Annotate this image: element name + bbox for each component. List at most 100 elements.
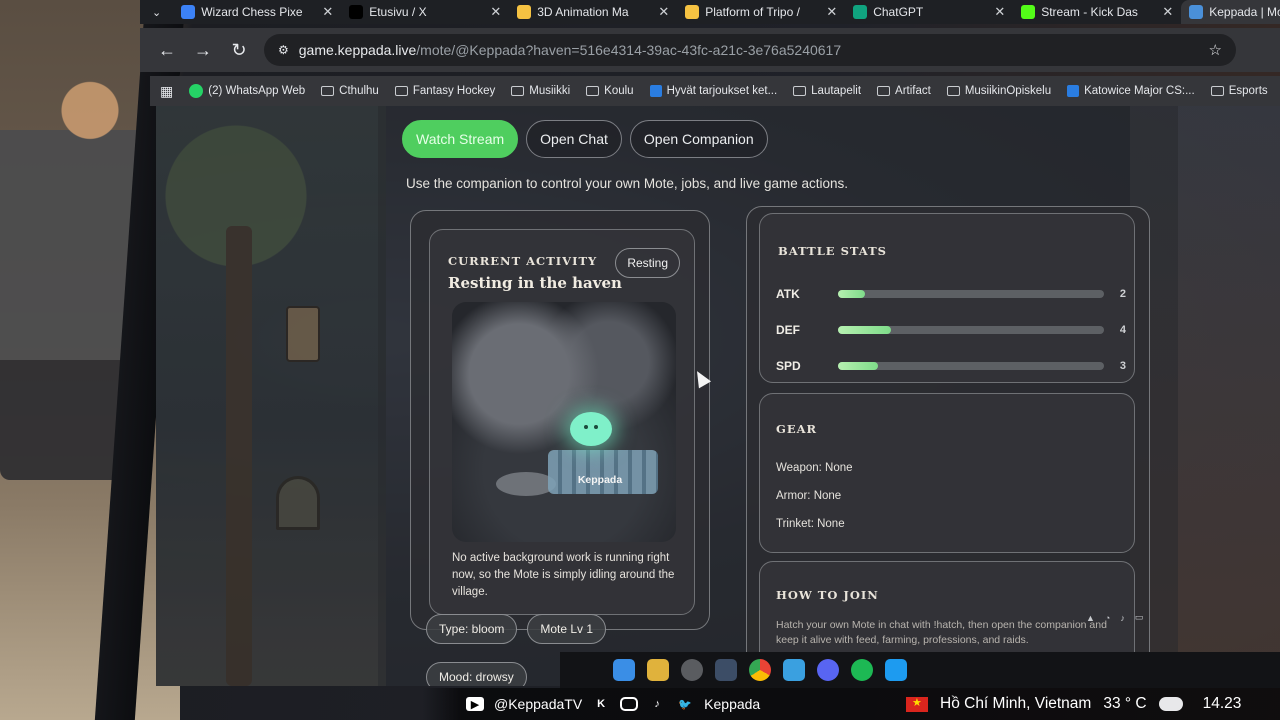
browser-tab[interactable]: Keppada | Moteha✕ xyxy=(1181,0,1280,24)
watch-stream-button[interactable]: Watch Stream xyxy=(402,120,519,158)
gear-card: Gear Weapon: None Armor: None Trinket: N… xyxy=(759,393,1135,553)
folder-icon xyxy=(946,86,960,96)
stat-label: ATK xyxy=(776,287,800,301)
stat-value: 4 xyxy=(1119,324,1126,336)
bookmark-item[interactable]: (2) WhatsApp Web xyxy=(189,84,305,98)
bookmark-item[interactable]: Koulu xyxy=(586,84,634,98)
address-bar[interactable]: ⚙ game.keppada.live/mote/@Keppada?haven=… xyxy=(264,34,1236,66)
open-chat-button[interactable]: Open Chat xyxy=(526,120,622,158)
bookmark-label: Esports xyxy=(1228,85,1268,97)
mote-chips-row-2: Mood: drowsy xyxy=(426,662,527,686)
tab-close-icon[interactable]: ✕ xyxy=(322,4,333,20)
folder-icon xyxy=(321,86,335,96)
bookmark-item[interactable]: Fantasy Hockey xyxy=(394,84,496,98)
bookmark-item[interactable]: Musiikki xyxy=(511,84,570,98)
bookmark-item[interactable]: Cthulhu xyxy=(321,84,379,98)
tab-favicon-icon xyxy=(685,5,700,19)
tab-favicon-icon xyxy=(517,5,532,19)
chrome-icon[interactable] xyxy=(749,659,771,681)
mote-name-label: Keppada xyxy=(577,474,623,486)
terminal-icon[interactable] xyxy=(715,659,737,681)
browser-tab[interactable]: 3D Animation Ma ✕ xyxy=(509,0,677,24)
current-activity-card: Current Activity Resting Resting in the … xyxy=(429,229,695,615)
back-icon[interactable]: ← xyxy=(156,40,178,61)
tree-trunk xyxy=(226,226,252,686)
file-explorer-icon[interactable] xyxy=(647,659,669,681)
location-weather: Hồ Chí Minh, Vietnam 33 ° C 14.23 xyxy=(906,695,1241,713)
folder-icon xyxy=(793,86,807,96)
bookmark-item[interactable]: Katowice Major CS:... xyxy=(1067,84,1195,98)
status-badge: Resting xyxy=(615,248,680,278)
discord-icon[interactable] xyxy=(817,659,839,681)
twitter-icon: 🐦 xyxy=(678,698,692,711)
windows-start-icon[interactable] xyxy=(613,659,635,681)
bookmark-item[interactable]: Esports xyxy=(1210,84,1268,98)
tab-close-icon[interactable]: ✕ xyxy=(658,4,669,20)
level-chip: Mote Lv 1 xyxy=(527,614,607,644)
fence xyxy=(548,450,658,494)
mote-sprite[interactable] xyxy=(570,412,612,446)
bookmark-label: Fantasy Hockey xyxy=(412,85,496,97)
mote-scene: Keppada xyxy=(452,302,676,542)
tab-close-icon[interactable]: ✕ xyxy=(826,4,837,20)
tab-title: ChatGPT xyxy=(873,5,924,19)
mote-eye xyxy=(594,425,598,429)
house-window xyxy=(276,476,320,530)
village-illustration xyxy=(156,106,386,686)
twitter-bird-icon[interactable] xyxy=(885,659,907,681)
stat-row: SPD 3 xyxy=(776,356,1126,376)
spotify-icon[interactable] xyxy=(851,659,873,681)
bookmark-label: Musiikki xyxy=(529,85,571,97)
browser-tab[interactable]: Etusivu / X ✕ xyxy=(341,0,509,24)
browser-tab[interactable]: Stream - Kick Das ✕ xyxy=(1013,0,1181,24)
trinket-slot: Trinket: None xyxy=(776,518,845,530)
browser-toolbar: ← → ↻ ⚙ game.keppada.live/mote/@Keppada?… xyxy=(140,28,1280,72)
tab-favicon-icon xyxy=(1189,5,1204,19)
bookmark-item[interactable]: Artifact xyxy=(877,84,931,98)
tiktok-icon: ♪ xyxy=(654,698,660,710)
tagline: Use the companion to control your own Mo… xyxy=(406,176,848,191)
clock-text: 14.23 xyxy=(1202,695,1242,712)
stat-bar xyxy=(838,362,1104,370)
tab-favicon-icon xyxy=(853,5,868,19)
bookmark-item[interactable]: MusiikinOpiskelu xyxy=(946,84,1051,98)
tab-close-icon[interactable]: ✕ xyxy=(490,4,501,20)
forward-icon[interactable]: → xyxy=(192,40,214,61)
notepad-icon[interactable] xyxy=(783,659,805,681)
system-tray: ▲ ◔ ♪ ▭ xyxy=(1086,612,1143,623)
browser-tab[interactable]: Wizard Chess Pixe ✕ xyxy=(173,0,341,24)
mood-chip: Mood: drowsy xyxy=(426,662,527,686)
folder-icon xyxy=(877,86,891,96)
main-content: Watch Stream Open Chat Open Companion Us… xyxy=(378,106,1178,686)
wifi-icon[interactable]: ◔ xyxy=(1105,613,1110,623)
tab-close-icon[interactable]: ✕ xyxy=(994,4,1005,20)
bookmark-item[interactable]: Lautapelit xyxy=(793,84,861,98)
browser-tab[interactable]: Platform of Tripo / ✕ xyxy=(677,0,845,24)
bookmark-label: (2) WhatsApp Web xyxy=(208,85,306,97)
tray-arrow-icon[interactable]: ▲ xyxy=(1086,613,1095,623)
reload-icon[interactable]: ↻ xyxy=(228,40,250,61)
search-icon[interactable] xyxy=(681,659,703,681)
instagram-icon xyxy=(620,697,639,711)
browser-tab[interactable]: ChatGPT ✕ xyxy=(845,0,1013,24)
volume-icon[interactable]: ♪ xyxy=(1120,613,1125,623)
location-text: Hồ Chí Minh, Vietnam xyxy=(940,695,1092,712)
tab-close-icon[interactable]: ✕ xyxy=(1162,4,1173,20)
bookmark-item[interactable]: Hyvät tarjoukset ket... xyxy=(649,84,777,98)
url-text: game.keppada.live/mote/@Keppada?haven=51… xyxy=(299,42,841,58)
tab-bar: ⌄ Wizard Chess Pixe ✕ Etusivu / X ✕ 3D Anima… xyxy=(140,0,1280,24)
action-buttons: Watch Stream Open Chat Open Companion xyxy=(402,120,768,158)
open-companion-button[interactable]: Open Companion xyxy=(629,120,768,158)
stat-row: ATK 2 xyxy=(776,284,1126,304)
battle-stats-title: Battle Stats xyxy=(778,244,887,258)
bookmark-label: Lautapelit xyxy=(811,85,862,97)
folder-icon xyxy=(1210,86,1224,96)
tab-search-icon[interactable]: ⌄ xyxy=(140,6,173,19)
battery-icon[interactable]: ▭ xyxy=(1135,612,1144,623)
stat-bar-fill xyxy=(838,290,865,298)
bookmark-star-icon[interactable]: ☆ xyxy=(1209,41,1222,59)
whatsapp-icon xyxy=(189,84,204,98)
youtube-icon: ▶ xyxy=(466,697,484,711)
apps-grid-icon[interactable]: ▦ xyxy=(160,83,173,100)
site-info-icon[interactable]: ⚙ xyxy=(278,43,289,57)
